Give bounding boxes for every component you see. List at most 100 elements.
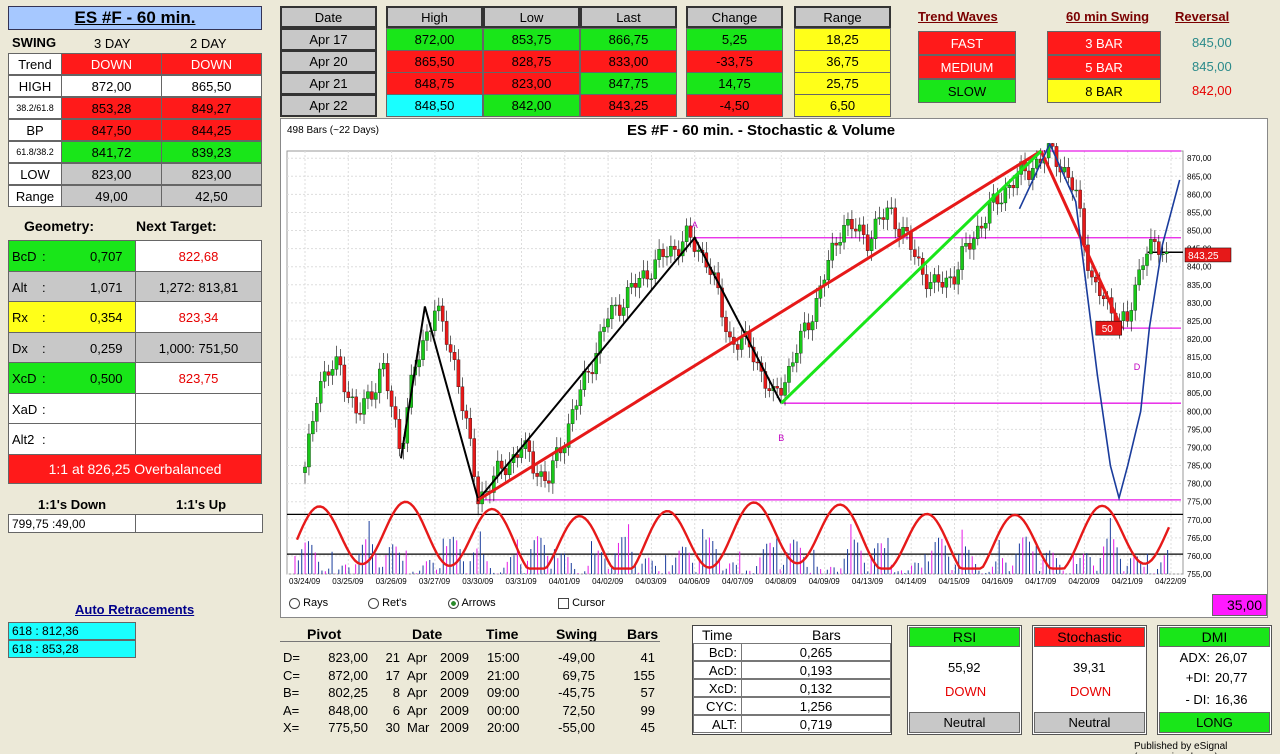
candle-body — [1133, 284, 1137, 311]
swing-row-3day: 847,50 — [61, 119, 162, 141]
candle-body — [881, 217, 886, 220]
x-tick-label: 04/08/09 — [765, 577, 797, 586]
y-tick-label: 850,00 — [1187, 227, 1212, 236]
swing-row-2day: 839,23 — [161, 141, 262, 163]
x-tick-label: 03/25/09 — [332, 577, 364, 586]
radio-rays-circle[interactable] — [289, 597, 300, 609]
daily-cell-range: 25,75 — [794, 72, 891, 95]
candle-body — [846, 219, 850, 226]
checkbox-cursor[interactable]: Cursor — [558, 597, 605, 609]
y-tick-label: 800,00 — [1187, 407, 1212, 416]
candle-body — [928, 282, 933, 290]
pivot-cell-name: D= — [283, 650, 300, 665]
candle-body — [653, 259, 657, 279]
daily-header-range: Range — [794, 6, 891, 28]
candle-body — [641, 270, 646, 279]
radio-rays[interactable]: Rays — [289, 597, 328, 609]
daily-cell-last: 866,75 — [580, 28, 677, 51]
candle-body — [830, 242, 834, 261]
candle-body — [932, 274, 937, 283]
candle-body — [464, 410, 469, 419]
reversal-0: 845,00 — [1192, 35, 1232, 50]
candle-body — [303, 466, 307, 473]
x-tick-label: 04/13/09 — [852, 577, 884, 586]
pivot-cell-name: C= — [283, 667, 300, 683]
radio-arrows-circle[interactable] — [448, 597, 459, 609]
swing-row-2day: 865,50 — [161, 75, 262, 97]
y-tick-label: 860,00 — [1187, 190, 1212, 199]
candle-body — [913, 249, 917, 257]
x-tick-label: 03/26/09 — [376, 577, 408, 586]
y-tick-label: 835,00 — [1187, 281, 1212, 290]
pivot-cell-day: 6 — [392, 702, 400, 718]
reversal-1: 845,00 — [1192, 59, 1232, 74]
y-tick-label: 830,00 — [1187, 299, 1212, 308]
swing-row-3day: 841,72 — [61, 141, 162, 163]
stochastic-header: Stochastic — [1034, 627, 1145, 647]
footer-text: Published by eSignal (www.esignal.com) — [1134, 741, 1228, 754]
candle-body — [374, 392, 378, 400]
candle-body — [1149, 239, 1153, 255]
candle-body — [665, 256, 669, 258]
candle-body — [350, 396, 354, 399]
geometry-target: 823,75 — [135, 362, 262, 394]
daily-cell-range: 36,75 — [794, 50, 891, 73]
geometry-value: 0,354 — [90, 309, 123, 325]
y-tick-label: 825,00 — [1187, 317, 1212, 326]
candle-body — [987, 202, 992, 224]
candle-body — [787, 366, 791, 383]
pivot-cell-time: 21:00 — [487, 667, 520, 683]
candle-body — [385, 363, 390, 392]
x-tick-label: 04/01/09 — [549, 577, 581, 586]
candle-body — [358, 412, 362, 415]
geometry-header: Geometry: — [24, 218, 95, 234]
trend-wave-2: SLOW — [918, 79, 1016, 103]
candle-body — [972, 238, 976, 250]
plot-frame — [286, 150, 1184, 575]
candle-body — [885, 207, 890, 220]
candle-body — [1074, 189, 1078, 192]
candle-body — [983, 223, 988, 229]
radio-arrows[interactable]: Arrows — [448, 597, 496, 609]
dmi-mdi-value: 16,36 — [1215, 692, 1248, 707]
daily-cell-last: 843,25 — [580, 94, 677, 117]
candle-body — [381, 363, 386, 370]
candle-body — [444, 321, 449, 345]
x-tick-label: 04/20/09 — [1068, 577, 1100, 586]
candle-body — [334, 356, 339, 370]
candle-body — [669, 245, 673, 257]
candle-body — [869, 238, 874, 251]
candle-body — [1137, 269, 1141, 286]
swing-row-2day: 849,27 — [161, 97, 262, 119]
pivot-cell-swing: -55,00 — [558, 720, 595, 735]
candle-body — [826, 260, 831, 281]
time-bars-label: AcD: — [693, 661, 742, 679]
ones-up-value — [135, 514, 263, 533]
pivot-cell-bars: 99 — [640, 702, 655, 718]
pivot-cell-bars: 45 — [640, 720, 655, 735]
geometry-value: 0,500 — [90, 370, 123, 386]
daily-cell-change: 14,75 — [686, 72, 783, 95]
pivot-cell-year: 2009 — [440, 702, 469, 718]
cursor-checkbox-box[interactable] — [558, 597, 569, 609]
reversal-label: Reversal — [1175, 9, 1230, 24]
pivot-cell-swing: -49,00 — [558, 650, 595, 665]
geometry-target: 823,34 — [135, 301, 262, 333]
daily-cell-change: 5,25 — [686, 28, 783, 51]
geometry-target: 1,272: 813,81 — [135, 271, 262, 303]
candle-body — [964, 243, 968, 247]
candle-body — [547, 480, 551, 484]
geometry-sep: : — [42, 370, 46, 386]
radio-rets[interactable]: Ret's — [368, 597, 407, 609]
candle-body — [570, 409, 575, 424]
radio-rets-circle[interactable] — [368, 597, 379, 609]
candle-body — [1070, 177, 1074, 191]
candle-body — [606, 318, 610, 328]
geometry-target: 822,68 — [135, 240, 262, 272]
geometry-label: XaD — [12, 401, 38, 417]
y-tick-label: 820,00 — [1187, 335, 1212, 344]
candle-body — [625, 287, 630, 308]
candle-body — [861, 224, 866, 235]
radio-rets-label: Ret's — [382, 597, 407, 609]
candle-body — [897, 228, 901, 237]
